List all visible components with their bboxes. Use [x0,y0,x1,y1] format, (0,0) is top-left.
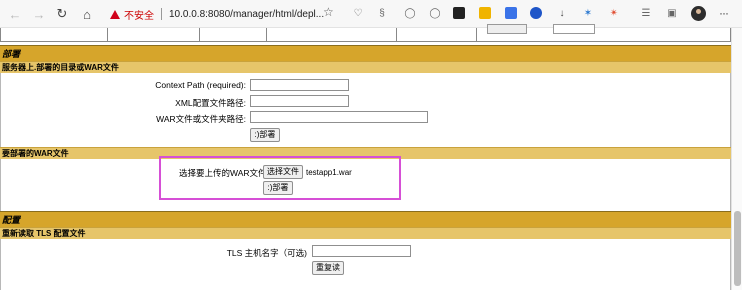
reload-icon[interactable]: ↻ [53,5,71,23]
tls-host-input[interactable] [312,245,411,257]
table-divider [266,28,267,42]
truncated-input[interactable] [553,24,595,34]
extension-icon[interactable] [479,7,491,19]
extension-icon[interactable]: § [376,7,388,19]
extension-icon[interactable]: ◯ [404,7,416,19]
context-path-label: Context Path (required): [155,80,246,90]
extension-icon[interactable] [453,7,465,19]
scrollbar-thumb[interactable] [734,211,741,286]
war-dir-input[interactable] [250,111,428,123]
xml-config-input[interactable] [250,95,349,107]
address-bar[interactable]: 不安全 10.0.0.8:8080/manager/html/depl... [104,4,352,24]
extension-icon[interactable]: ✴ [608,7,620,19]
war-dir-label: WAR文件或文件夹路径: [156,114,246,124]
previous-table-row [0,24,731,42]
tls-reload-title: 重新读取 TLS 配置文件 [0,227,731,239]
table-divider [476,28,477,42]
star-icon[interactable]: ☆ [323,5,334,19]
home-icon[interactable]: ⌂ [78,5,96,23]
shield-icon[interactable]: ◯ [429,7,441,19]
highlight-box [159,156,401,200]
deploy-section-title: 部署 [0,45,731,61]
truncated-button[interactable] [487,24,527,34]
translate-icon[interactable] [505,7,517,19]
xml-config-label: XML配置文件路径: [175,98,246,108]
back-icon[interactable]: ← [6,5,24,23]
favorites-icon[interactable]: ☰ [640,7,652,19]
menu-icon[interactable]: ··· [719,6,729,20]
browser-toolbar: ← → ↻ ⌂ 不安全 10.0.0.8:8080/manager/html/d… [0,0,742,28]
deploy-button[interactable]: :)部署 [250,128,280,142]
tls-host-label: TLS 主机名字（可选) [226,248,307,258]
table-divider [199,28,200,42]
download-icon[interactable]: ↓ [556,7,568,19]
table-divider [107,28,108,42]
context-path-input[interactable] [250,79,349,91]
security-status[interactable]: 不安全 [124,7,154,22]
url-text[interactable]: 10.0.0.8:8080/manager/html/depl... [169,9,324,20]
table-divider [396,28,397,42]
page-scrollbar[interactable] [731,28,742,290]
collections-icon[interactable]: ▣ [666,7,678,19]
server-dir-title: 服务器上.部署的目录或WAR文件 [0,61,731,73]
config-section-title: 配置 [0,211,731,227]
address-separator [161,8,162,20]
avatar-icon[interactable] [691,6,706,21]
warning-icon [110,9,120,19]
reload-tls-button[interactable]: 重复读 [312,261,344,275]
table-divider [0,28,1,42]
server-dir-panel: Context Path (required): XML配置文件路径: WAR文… [0,73,731,147]
read-aloud-icon[interactable]: ♡ [352,7,364,19]
extension-icon[interactable]: ✶ [582,7,594,19]
extension-icon[interactable] [530,7,542,19]
forward-icon[interactable]: → [30,5,48,23]
tls-panel: TLS 主机名字（可选) 重复读 [0,239,731,290]
manager-page: 部署 服务器上.部署的目录或WAR文件 Context Path (requir… [0,24,731,290]
